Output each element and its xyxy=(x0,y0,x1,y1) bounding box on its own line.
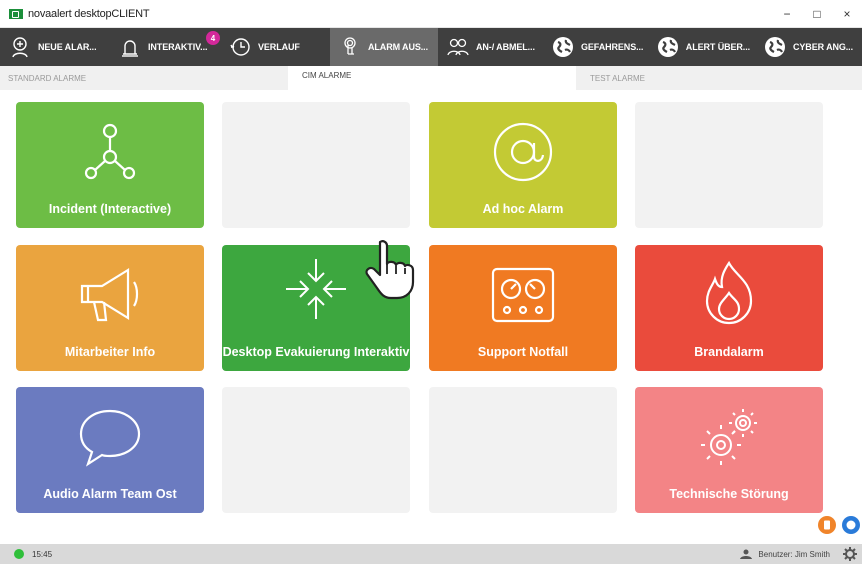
status-time: 15:45 xyxy=(32,549,53,559)
toolbar-label: NEUE ALAR... xyxy=(38,42,97,52)
app-logo-icon xyxy=(9,8,23,19)
network-nodes-icon xyxy=(16,112,204,192)
at-sign-icon xyxy=(429,112,617,192)
current-user: Benutzer: Jim Smith xyxy=(740,544,830,564)
tile-empty xyxy=(635,102,823,228)
tile-fire-alarm[interactable]: Brandalarm xyxy=(635,245,823,371)
title-bar: novaalert desktopCLIENT − □ × xyxy=(0,0,862,28)
toolbar-label: VERLAUF xyxy=(258,42,300,52)
toolbar-login-logout[interactable]: AN-/ ABMEL... xyxy=(438,28,543,66)
status-bar: 15:45 Benutzer: Jim Smith xyxy=(0,544,862,564)
bell-icon xyxy=(118,35,142,59)
tile-label: Ad hoc Alarm xyxy=(482,202,564,217)
toolbar-label: INTERAKTIV... xyxy=(148,42,208,52)
chat-icon xyxy=(846,520,856,530)
new-alarm-icon xyxy=(8,35,32,59)
toolbar-cyber-attack[interactable]: CYBER ANG... xyxy=(755,28,862,66)
tile-label: Support Notfall xyxy=(477,345,569,360)
toolbar-label: GEFAHRENS... xyxy=(581,42,644,52)
clipboard-button[interactable] xyxy=(818,516,836,534)
toolbar-label: CYBER ANG... xyxy=(793,42,853,52)
tile-empty xyxy=(429,387,617,513)
toolbar-interactive[interactable]: INTERAKTIV... xyxy=(110,28,220,66)
toolbar-label: AN-/ ABMEL... xyxy=(476,42,535,52)
toolbar-alert-overview[interactable]: ALERT ÜBER... xyxy=(649,28,755,66)
minimize-button[interactable]: − xyxy=(772,0,802,28)
globe-icon xyxy=(763,35,787,59)
close-button[interactable]: × xyxy=(832,0,862,28)
tile-empty xyxy=(222,102,410,228)
toolbar-alarm-trigger[interactable]: ALARM AUS... xyxy=(330,28,438,66)
tile-label: Incident (Interactive) xyxy=(48,202,172,217)
toolbar-hazard[interactable]: GEFAHRENS... xyxy=(543,28,649,66)
tile-label: Brandalarm xyxy=(694,345,764,360)
user-name: Benutzer: Jim Smith xyxy=(758,549,830,559)
tab-test-alarms[interactable]: TEST ALARME xyxy=(576,66,862,90)
tile-incident-interactive[interactable]: Incident (Interactive) xyxy=(16,102,204,228)
maximize-button[interactable]: □ xyxy=(802,0,832,28)
app-window: novaalert desktopCLIENT − □ × NEUE ALAR.… xyxy=(0,0,862,564)
settings-gear-icon[interactable] xyxy=(842,546,858,562)
globe-icon xyxy=(657,35,680,59)
tile-empty xyxy=(222,387,410,513)
toolbar-label: ALERT ÜBER... xyxy=(685,42,750,52)
alarm-tab-bar: STANDARD ALARME CIM ALARME TEST ALARME xyxy=(0,66,862,90)
fire-icon xyxy=(635,255,823,335)
window-controls: − □ × xyxy=(772,0,862,28)
hand-pointer-cursor-icon xyxy=(365,240,415,300)
megaphone-icon xyxy=(16,255,204,335)
alarm-tile-grid: Incident (Interactive) Ad hoc Alarm Mita… xyxy=(0,90,862,544)
toolbar-new-alarm[interactable]: NEUE ALAR... xyxy=(0,28,110,66)
online-status-indicator xyxy=(14,549,24,559)
tile-support-emergency[interactable]: Support Notfall xyxy=(429,245,617,371)
users-icon xyxy=(446,35,470,59)
control-panel-icon xyxy=(429,255,617,335)
tile-audio-alarm-team-east[interactable]: Audio Alarm Team Ost xyxy=(16,387,204,513)
chat-button[interactable] xyxy=(842,516,860,534)
speech-bubble-icon xyxy=(16,397,204,477)
tile-label: Audio Alarm Team Ost xyxy=(43,487,177,502)
tile-ad-hoc-alarm[interactable]: Ad hoc Alarm xyxy=(429,102,617,228)
tab-cim-alarms[interactable]: CIM ALARME xyxy=(288,66,576,90)
tile-employee-info[interactable]: Mitarbeiter Info xyxy=(16,245,204,371)
history-clock-icon xyxy=(228,35,252,59)
tab-standard-alarms[interactable]: STANDARD ALARME xyxy=(0,66,288,90)
window-title: novaalert desktopCLIENT xyxy=(28,7,150,20)
clipboard-icon xyxy=(824,520,830,530)
tile-label: Desktop Evakuierung Interaktiv xyxy=(222,345,410,360)
gears-icon xyxy=(635,397,823,477)
main-toolbar: NEUE ALAR... INTERAKTIV... 4 VERLAUF ALA… xyxy=(0,28,862,66)
toolbar-history[interactable]: VERLAUF xyxy=(220,28,330,66)
tile-label: Mitarbeiter Info xyxy=(64,345,156,360)
globe-icon xyxy=(551,35,575,59)
touch-alarm-icon xyxy=(338,35,362,59)
notification-badge: 4 xyxy=(206,31,220,45)
tile-technical-fault[interactable]: Technische Störung xyxy=(635,387,823,513)
toolbar-label: ALARM AUS... xyxy=(368,42,428,52)
tile-label: Technische Störung xyxy=(669,487,789,502)
user-icon xyxy=(740,549,753,559)
